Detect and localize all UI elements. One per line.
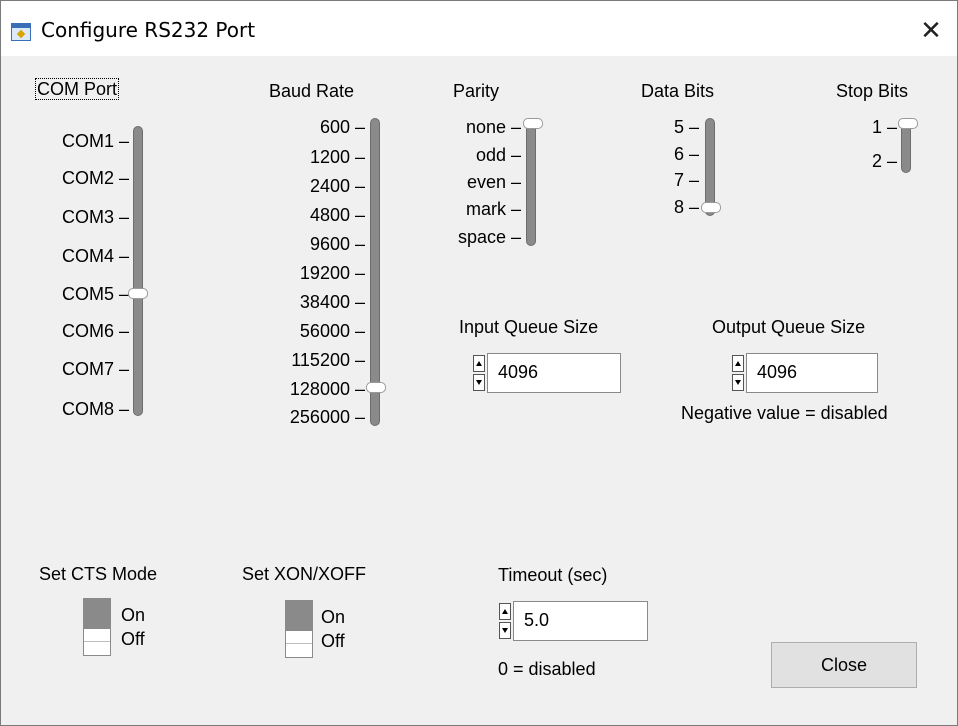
data-bits-label: Data Bits xyxy=(641,81,715,101)
stop-bits-label: Stop Bits xyxy=(836,81,909,101)
stop-bits-tick: 2 – xyxy=(871,151,897,171)
app-window-icon xyxy=(11,23,31,41)
input-queue-label: Input Queue Size xyxy=(459,317,599,337)
parity-tick: none – xyxy=(465,117,521,137)
baud-rate-tick: 2400 – xyxy=(309,176,365,196)
baud-rate-tick: 600 – xyxy=(319,117,365,137)
com-port-tick: COM8 – xyxy=(61,399,129,419)
parity-track[interactable] xyxy=(526,118,536,246)
baud-rate-track[interactable] xyxy=(370,118,380,426)
output-queue-spinner[interactable] xyxy=(732,354,746,392)
com-port-tick: COM1 – xyxy=(61,131,129,151)
output-queue-note: Negative value = disabled xyxy=(681,403,888,423)
window-title: Configure RS232 Port xyxy=(41,18,256,42)
parity-label: Parity xyxy=(453,81,500,101)
decrement-arrow-icon[interactable] xyxy=(499,622,511,639)
data-bits-tick: 6 – xyxy=(673,144,699,164)
baud-rate-tick: 19200 – xyxy=(299,263,365,283)
parity-thumb[interactable] xyxy=(523,118,543,129)
data-bits-tick: 5 – xyxy=(673,117,699,137)
com-port-tick: COM5 – xyxy=(61,284,129,304)
toggle-divider xyxy=(84,641,110,642)
toggle-divider xyxy=(286,643,312,644)
toggle-off-state xyxy=(286,631,312,657)
xon-on-label: On xyxy=(321,607,346,627)
parity-tick: space – xyxy=(457,227,521,247)
configure-rs232-dialog: Configure RS232 Port ✕ COM Port COM1 – C… xyxy=(0,0,958,726)
baud-rate-tick: 115200 – xyxy=(291,350,365,370)
baud-rate-label: Baud Rate xyxy=(269,81,355,101)
baud-rate-tick: 256000 – xyxy=(289,407,365,427)
toggle-off-state xyxy=(84,629,110,655)
com-port-label: COM Port xyxy=(35,78,120,100)
stop-bits-tick: 1 – xyxy=(871,117,897,137)
increment-arrow-icon[interactable] xyxy=(499,603,511,620)
timeout-label: Timeout (sec) xyxy=(498,565,608,585)
parity-tick: mark – xyxy=(465,199,521,219)
com-port-thumb[interactable] xyxy=(128,288,148,299)
com-port-tick: COM6 – xyxy=(61,321,129,341)
com-port-tick: COM7 – xyxy=(61,359,129,379)
close-window-icon[interactable]: ✕ xyxy=(913,13,949,49)
baud-rate-tick: 9600 – xyxy=(309,234,365,254)
com-port-track[interactable] xyxy=(133,126,143,416)
data-bits-thumb[interactable] xyxy=(701,202,721,213)
toggle-on-state xyxy=(286,601,312,631)
timeout-spinner[interactable] xyxy=(499,602,513,640)
baud-rate-tick: 4800 – xyxy=(309,205,365,225)
increment-arrow-icon[interactable] xyxy=(473,355,485,372)
baud-rate-tick: 1200 – xyxy=(309,147,365,167)
close-button[interactable]: Close xyxy=(771,642,917,688)
output-queue-label: Output Queue Size xyxy=(712,317,866,337)
com-port-tick: COM4 – xyxy=(61,246,129,266)
xon-xoff-label: Set XON/XOFF xyxy=(242,564,367,584)
decrement-arrow-icon[interactable] xyxy=(732,374,744,391)
toggle-on-state xyxy=(84,599,110,629)
timeout-note: 0 = disabled xyxy=(498,659,596,679)
cts-mode-toggle[interactable] xyxy=(83,598,111,656)
cts-off-label: Off xyxy=(121,629,145,649)
decrement-arrow-icon[interactable] xyxy=(473,374,485,391)
timeout-field[interactable]: 5.0 xyxy=(513,601,648,641)
title-bar: Configure RS232 Port ✕ xyxy=(1,1,957,56)
increment-arrow-icon[interactable] xyxy=(732,355,744,372)
xon-xoff-toggle[interactable] xyxy=(285,600,313,658)
input-queue-field[interactable]: 4096 xyxy=(487,353,621,393)
output-queue-field[interactable]: 4096 xyxy=(746,353,878,393)
baud-rate-tick: 128000 – xyxy=(289,379,365,399)
baud-rate-thumb[interactable] xyxy=(366,382,386,393)
data-bits-tick: 8 – xyxy=(673,197,699,217)
stop-bits-thumb[interactable] xyxy=(898,118,918,129)
cts-on-label: On xyxy=(121,605,146,625)
parity-tick: odd – xyxy=(475,145,521,165)
cts-mode-label: Set CTS Mode xyxy=(39,564,158,584)
com-port-tick: COM2 – xyxy=(61,168,129,188)
baud-rate-tick: 56000 – xyxy=(299,321,365,341)
data-bits-tick: 7 – xyxy=(673,170,699,190)
input-queue-spinner[interactable] xyxy=(473,354,487,392)
baud-rate-tick: 38400 – xyxy=(299,292,365,312)
xon-off-label: Off xyxy=(321,631,345,651)
com-port-tick: COM3 – xyxy=(61,207,129,227)
parity-tick: even – xyxy=(466,172,521,192)
